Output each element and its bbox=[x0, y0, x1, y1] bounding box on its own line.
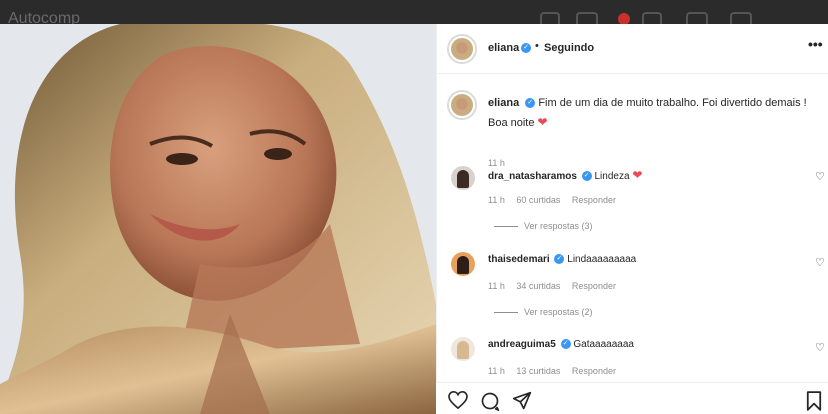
post-details-panel: eliana ✓ • Seguindo ••• eliana ✓ Fim de … bbox=[436, 24, 828, 414]
view-replies-label[interactable]: Ver respostas (3) bbox=[524, 221, 593, 231]
commenter-avatar[interactable] bbox=[451, 166, 475, 190]
bookmark-icon[interactable] bbox=[806, 391, 822, 411]
comment-meta: 11 h 34 curtidas Responder bbox=[488, 281, 625, 291]
explore-icon[interactable] bbox=[642, 12, 662, 24]
comment-line: thaisedemari ✓ Lindaaaaaaaaa bbox=[488, 254, 636, 265]
verified-badge-icon: ✓ bbox=[560, 339, 571, 350]
comment-likes[interactable]: 34 curtidas bbox=[516, 281, 560, 291]
comment-like-icon[interactable]: ♡ bbox=[815, 256, 825, 269]
comment-text: Lindeza bbox=[594, 171, 630, 182]
reply-button[interactable]: Responder bbox=[572, 281, 616, 291]
portrait-image bbox=[0, 24, 436, 414]
commenter-avatar[interactable] bbox=[451, 252, 475, 276]
top-navigation-bar: Autocomp bbox=[0, 0, 828, 24]
view-replies-button[interactable]: Ver respostas (2) bbox=[494, 307, 593, 317]
heart-emoji-icon: ❤ bbox=[632, 168, 643, 182]
verified-badge-icon: ✓ bbox=[525, 98, 536, 109]
verified-badge-icon: ✓ bbox=[521, 43, 531, 53]
activity-icon[interactable] bbox=[686, 12, 708, 24]
verified-badge-icon: ✓ bbox=[554, 254, 565, 265]
heart-emoji-icon: ❤ bbox=[537, 115, 548, 129]
caption-avatar[interactable] bbox=[447, 90, 477, 120]
post-header: eliana ✓ • Seguindo ••• bbox=[437, 24, 828, 74]
comment-likes[interactable]: 60 curtidas bbox=[516, 195, 560, 205]
comment-meta: 11 h 13 curtidas Responder bbox=[488, 366, 625, 376]
commenter-avatar[interactable] bbox=[451, 337, 475, 361]
replies-divider bbox=[494, 312, 518, 314]
commenter-username[interactable]: andreaguima5 bbox=[488, 339, 556, 350]
post-photo[interactable] bbox=[0, 24, 436, 414]
verified-badge-icon: ✓ bbox=[581, 171, 592, 182]
caption-time[interactable]: 11 h bbox=[488, 158, 505, 168]
commenter-username[interactable]: dra_natasharamos bbox=[488, 171, 577, 182]
home-icon[interactable] bbox=[540, 12, 560, 24]
comment-like-icon[interactable]: ♡ bbox=[815, 170, 825, 183]
separator-dot: • bbox=[535, 40, 539, 52]
comment-time[interactable]: 11 h bbox=[488, 195, 505, 205]
replies-divider bbox=[494, 226, 518, 228]
share-icon[interactable] bbox=[512, 391, 532, 411]
notification-badge bbox=[618, 13, 630, 24]
profile-icon[interactable] bbox=[730, 12, 752, 24]
comment-line: dra_natasharamos ✓ Lindeza ❤ bbox=[488, 168, 642, 182]
heart-icon[interactable] bbox=[448, 391, 468, 409]
caption-text: Fim de um dia de muito trabalho. Foi div… bbox=[488, 97, 807, 129]
comment-line: andreaguima5 ✓ Gataaaaaaaa bbox=[488, 339, 634, 350]
follow-status-button[interactable]: Seguindo bbox=[544, 42, 594, 54]
post-action-bar bbox=[436, 382, 828, 414]
view-replies-label[interactable]: Ver respostas (2) bbox=[524, 307, 593, 317]
comment-text: Gataaaaaaaa bbox=[573, 339, 634, 350]
comment-time[interactable]: 11 h bbox=[488, 366, 505, 376]
commenter-username[interactable]: thaisedemari bbox=[488, 254, 550, 265]
instagram-post-page: Autocomp eliana ✓ • Seguindo ••• eliana … bbox=[0, 0, 828, 414]
comment-like-icon[interactable]: ♡ bbox=[815, 341, 825, 354]
comment-text: Lindaaaaaaaaa bbox=[567, 254, 637, 265]
more-options-icon[interactable]: ••• bbox=[808, 36, 823, 52]
comment-time[interactable]: 11 h bbox=[488, 281, 505, 291]
author-username[interactable]: eliana bbox=[488, 42, 519, 54]
view-replies-button[interactable]: Ver respostas (3) bbox=[494, 221, 593, 231]
reply-button[interactable]: Responder bbox=[572, 195, 616, 205]
author-avatar[interactable] bbox=[447, 34, 477, 64]
comment-meta: 11 h 60 curtidas Responder bbox=[488, 195, 625, 205]
comment-icon[interactable] bbox=[480, 391, 500, 411]
caption-text-block: eliana ✓ Fim de um dia de muito trabalho… bbox=[488, 94, 818, 133]
reply-button[interactable]: Responder bbox=[572, 366, 616, 376]
comment-likes[interactable]: 13 curtidas bbox=[516, 366, 560, 376]
direct-icon[interactable] bbox=[576, 12, 598, 24]
caption-username[interactable]: eliana bbox=[488, 97, 519, 109]
blurred-logo-text: Autocomp bbox=[8, 10, 81, 24]
